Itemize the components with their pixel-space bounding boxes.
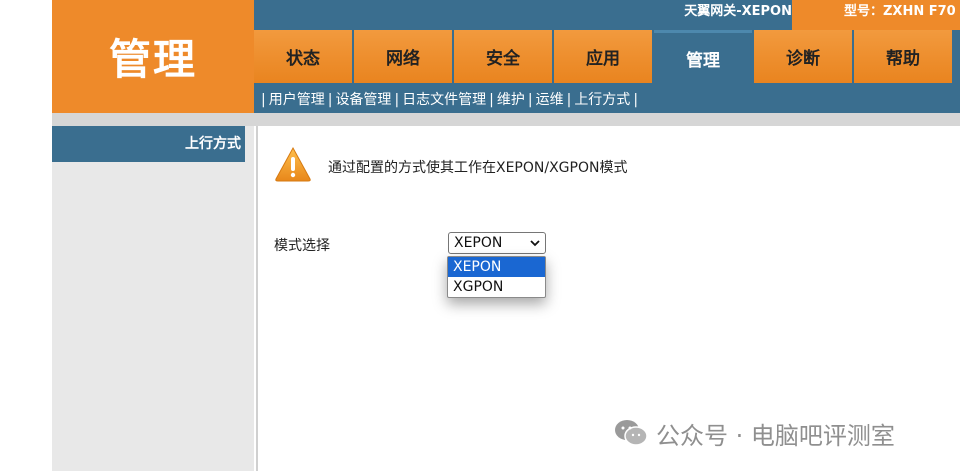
chevron-down-icon: [530, 240, 540, 247]
option-xgpon[interactable]: XGPON: [448, 277, 545, 297]
main-nav: 状态 网络 安全 应用 管理 诊断 帮助: [254, 30, 960, 83]
wechat-icon: [615, 420, 648, 446]
tab-diagnostics[interactable]: 诊断: [754, 30, 852, 83]
sub-nav: | 用户管理 | 设备管理 | 日志文件管理 | 维护 | 运维 | 上行方式 |: [254, 83, 960, 113]
subnav-maintenance[interactable]: 维护: [497, 92, 525, 108]
model-label: 型号：ZXHN F70: [792, 0, 960, 30]
watermark: 公众号 · 电脑吧评测室: [614, 413, 895, 453]
warning-icon: [275, 146, 311, 182]
tab-application[interactable]: 应用: [554, 30, 652, 83]
subnav-log-management[interactable]: 日志文件管理: [402, 92, 486, 108]
mode-select-value: XEPON: [454, 235, 503, 251]
tab-security[interactable]: 安全: [454, 30, 552, 83]
title-bar: 天翼网关-XEPON 型号：ZXHN F70: [254, 0, 960, 30]
mode-select[interactable]: XEPON: [448, 232, 546, 254]
mode-dropdown-list: XEPON XGPON: [447, 256, 546, 298]
sidebar-item-uplink-mode[interactable]: 上行方式: [52, 126, 245, 162]
subnav-uplink-mode[interactable]: 上行方式: [574, 92, 630, 108]
header-divider: [52, 113, 960, 126]
section-logo: 管理: [52, 0, 254, 113]
subnav-operations[interactable]: 运维: [536, 92, 564, 108]
section-logo-text: 管理: [108, 35, 197, 84]
left-margin: [0, 0, 52, 471]
watermark-text: 公众号 · 电脑吧评测室: [656, 421, 895, 450]
warning-message: 通过配置的方式使其工作在XEPON/XGPON模式: [328, 160, 628, 176]
gateway-title: 天翼网关-XEPON: [684, 4, 792, 19]
option-xepon[interactable]: XEPON: [448, 257, 545, 277]
router-admin-page: 管理 天翼网关-XEPON 型号：ZXHN F70 状态 网络 安全 应用 管理…: [0, 0, 960, 471]
tab-network[interactable]: 网络: [354, 30, 452, 83]
tab-help[interactable]: 帮助: [854, 30, 952, 83]
sidebar: 上行方式: [52, 126, 254, 471]
mode-select-label: 模式选择: [274, 238, 330, 254]
tab-status[interactable]: 状态: [254, 30, 352, 83]
tab-management[interactable]: 管理: [654, 30, 752, 83]
subnav-user-management[interactable]: 用户管理: [269, 92, 325, 108]
subnav-device-management[interactable]: 设备管理: [335, 92, 391, 108]
